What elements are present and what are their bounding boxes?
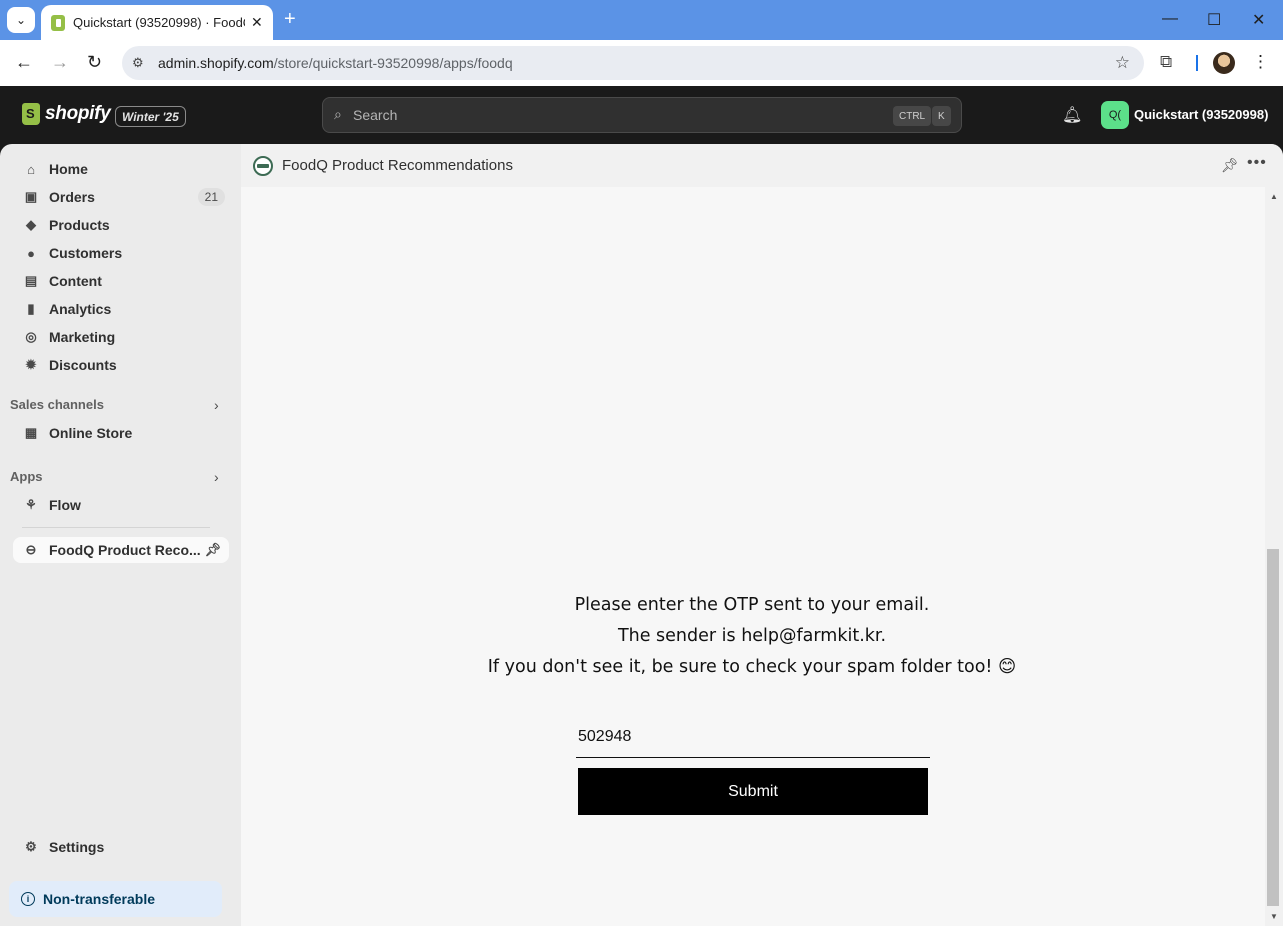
sidebar-item-products[interactable]: ◆ Products xyxy=(13,212,229,238)
shortcut-ctrl-key: CTRL xyxy=(893,106,932,126)
sales-channels-chevron-icon[interactable]: › xyxy=(214,397,219,413)
person-icon: ● xyxy=(27,245,35,261)
bar-chart-icon: ▮ xyxy=(27,301,35,316)
browser-toolbar: ← → ↻ ⚙ admin.shopify.com/store/quicksta… xyxy=(0,40,1283,86)
address-bar[interactable]: ⚙ admin.shopify.com/store/quickstart-935… xyxy=(122,46,1144,80)
shopify-favicon-icon xyxy=(51,14,65,31)
new-tab-button[interactable]: + xyxy=(284,8,296,31)
main-content: FoodQ Product Recommendations 📌︎ ••• Ple… xyxy=(241,144,1283,926)
sidebar-item-label: Content xyxy=(49,273,102,289)
discount-icon: ✹ xyxy=(25,357,37,372)
foodq-app-icon: ⊖ xyxy=(25,542,37,557)
sidebar-item-label: Discounts xyxy=(49,357,117,373)
sidebar-item-label: Analytics xyxy=(49,301,112,317)
otp-input[interactable] xyxy=(576,716,930,758)
forward-button[interactable]: → xyxy=(51,52,69,73)
url-host: admin.shopify.com xyxy=(158,55,274,71)
scrollbar-thumb[interactable] xyxy=(1267,549,1279,906)
browser-menu-icon[interactable]: ⋮ xyxy=(1252,52,1269,72)
reload-button[interactable]: ↻ xyxy=(87,52,102,73)
bookmark-star-icon[interactable]: ☆ xyxy=(1115,53,1130,73)
sidebar-item-label: Home xyxy=(49,161,88,177)
sidebar-item-customers[interactable]: ● Customers xyxy=(13,240,229,266)
submit-button[interactable]: Submit xyxy=(578,768,928,815)
sidebar-item-discounts[interactable]: ✹ Discounts xyxy=(13,352,229,378)
sidebar-item-foodq[interactable]: ⊖ FoodQ Product Reco... 📌︎ xyxy=(13,537,229,563)
sidebar-item-flow[interactable]: ⚘ Flow xyxy=(13,492,229,518)
sidebar-item-online-store[interactable]: ▦ Online Store xyxy=(13,420,229,446)
close-window-button[interactable]: ✕ xyxy=(1252,10,1265,30)
close-tab-icon[interactable]: ✕ xyxy=(251,14,263,31)
toolbar-divider xyxy=(1196,55,1198,71)
sidebar-item-label: Customers xyxy=(49,245,123,261)
tab-title: Quickstart (93520998) · FoodQ xyxy=(73,15,245,30)
apps-chevron-icon[interactable]: › xyxy=(214,469,219,485)
sidebar-item-content[interactable]: ▤ Content xyxy=(13,268,229,294)
profile-avatar[interactable] xyxy=(1213,52,1235,74)
store-name[interactable]: Quickstart (93520998) xyxy=(1134,107,1268,122)
maximize-button[interactable]: ☐ xyxy=(1207,10,1221,30)
foodq-logo-icon xyxy=(253,155,273,176)
target-icon: ◎ xyxy=(25,329,37,344)
browser-tab[interactable]: Quickstart (93520998) · FoodQ ✕ xyxy=(41,5,273,40)
scroll-up-arrow-icon[interactable]: ▲ xyxy=(1270,192,1278,201)
sidebar-item-label: Settings xyxy=(49,839,105,855)
notifications-bell-icon[interactable]: 🔔︎ xyxy=(1062,105,1082,125)
apps-heading: Apps xyxy=(10,469,43,484)
orders-count-badge: 21 xyxy=(197,188,225,206)
more-actions-icon[interactable]: ••• xyxy=(1247,154,1267,172)
shopify-wordmark: shopify xyxy=(45,103,111,124)
sidebar-divider xyxy=(22,527,210,528)
sidebar-item-label: Orders xyxy=(49,189,95,205)
shopify-bag-icon xyxy=(22,103,40,125)
extensions-icon[interactable]: ⧉ xyxy=(1160,52,1172,72)
shopify-topbar: shopify Winter '25 ⌕ Search CTRL K 🔔︎ Q(… xyxy=(0,86,1283,144)
image-icon: ▤ xyxy=(24,273,38,288)
otp-sender-line: The sender is help@farmkit.kr. xyxy=(617,626,887,646)
sidebar-nav: ⌂ Home ▣ Orders 21 ◆ Products ● Customer… xyxy=(0,144,241,926)
search-icon: ⌕ xyxy=(334,106,342,122)
sidebar-item-label: FoodQ Product Reco... xyxy=(49,542,201,558)
browser-tab-strip: ⌄ Quickstart (93520998) · FoodQ ✕ + — ☐ … xyxy=(0,0,1283,40)
flow-icon: ⚘ xyxy=(25,497,37,512)
edition-badge[interactable]: Winter '25 xyxy=(115,106,186,127)
sidebar-item-orders[interactable]: ▣ Orders 21 xyxy=(13,184,229,210)
non-transferable-banner[interactable]: i Non-transferable xyxy=(9,881,222,917)
site-info-icon[interactable]: ⚙ xyxy=(132,55,144,71)
sidebar-item-label: Products xyxy=(49,217,110,233)
otp-instruction-line: Please enter the OTP sent to your email. xyxy=(574,595,930,615)
pin-icon[interactable]: 📌︎ xyxy=(204,542,221,558)
sales-channels-heading: Sales channels xyxy=(10,397,104,412)
sidebar-item-label: Flow xyxy=(49,497,81,513)
search-input[interactable]: ⌕ Search CTRL K xyxy=(322,97,962,133)
store-icon: ▦ xyxy=(24,425,38,440)
orders-icon: ▣ xyxy=(24,189,38,204)
tab-search-button[interactable]: ⌄ xyxy=(7,7,35,33)
tag-icon: ◆ xyxy=(26,217,36,232)
otp-spam-line: If you don't see it, be sure to check yo… xyxy=(487,657,1017,677)
app-title-bar: FoodQ Product Recommendations 📌︎ ••• xyxy=(241,144,1283,187)
scroll-down-arrow-icon[interactable]: ▼ xyxy=(1270,912,1278,921)
home-icon: ⌂ xyxy=(27,161,35,177)
sidebar-item-label: Marketing xyxy=(49,329,116,345)
store-avatar[interactable]: Q( xyxy=(1101,101,1129,129)
search-placeholder: Search xyxy=(353,107,398,123)
sidebar-item-label: Online Store xyxy=(49,425,133,441)
pin-app-icon[interactable]: 📌︎ xyxy=(1221,157,1239,174)
back-button[interactable]: ← xyxy=(15,52,33,73)
sidebar-item-home[interactable]: ⌂ Home xyxy=(13,156,229,182)
shopify-logo[interactable]: shopify xyxy=(22,103,111,125)
sidebar-item-marketing[interactable]: ◎ Marketing xyxy=(13,324,229,350)
info-icon: i xyxy=(21,892,35,906)
sidebar-item-analytics[interactable]: ▮ Analytics xyxy=(13,296,229,322)
app-title: FoodQ Product Recommendations xyxy=(282,157,513,174)
non-transferable-label: Non-transferable xyxy=(43,891,156,907)
minimize-button[interactable]: — xyxy=(1162,10,1178,28)
gear-icon: ⚙ xyxy=(25,839,37,854)
url-path: /store/quickstart-93520998/apps/foodq xyxy=(273,55,513,71)
shortcut-k-key: K xyxy=(932,106,951,126)
sidebar-item-settings[interactable]: ⚙ Settings xyxy=(13,834,229,860)
